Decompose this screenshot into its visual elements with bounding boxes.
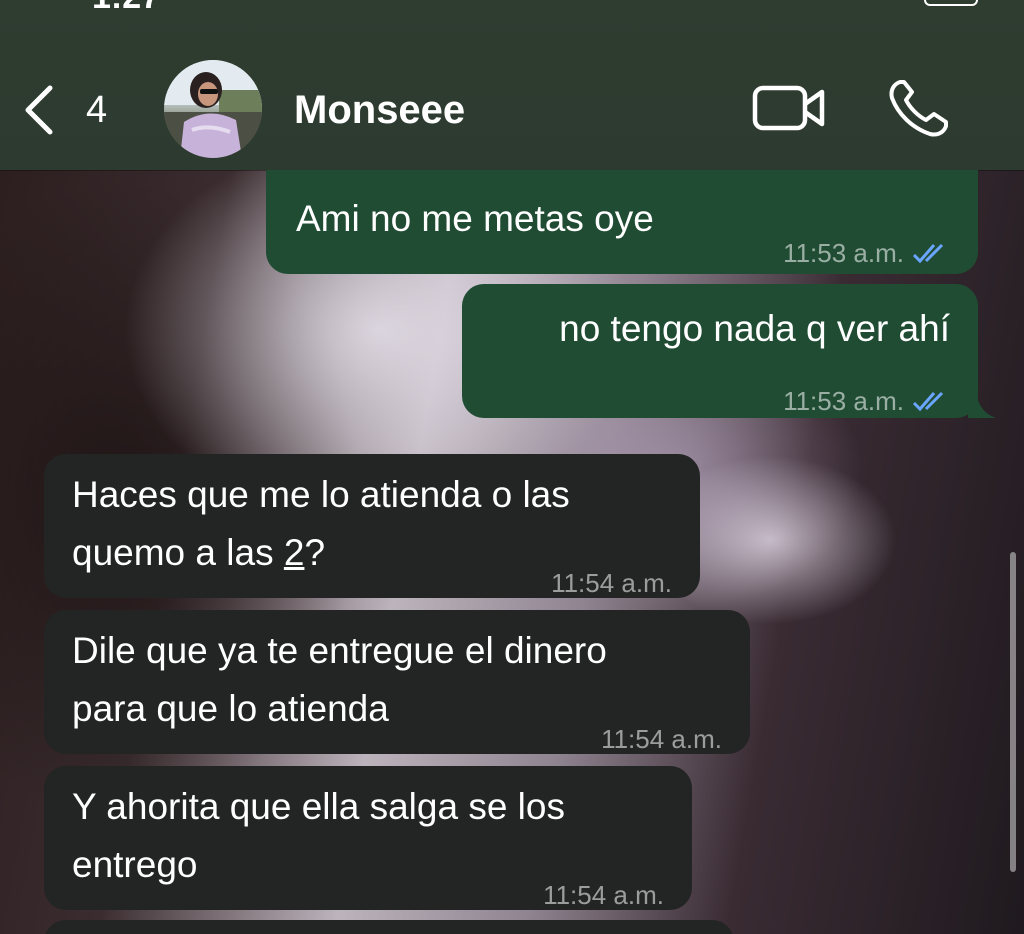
video-camera-icon[interactable]: [752, 82, 826, 134]
message-text: no tengo nada q ver ahí: [559, 308, 950, 349]
message-meta: 11:53 a.m.: [783, 372, 952, 430]
unread-count: 4: [86, 88, 108, 131]
message-text: quemo a las: [72, 532, 284, 573]
message-time: 11:54 a.m.: [543, 880, 664, 910]
contact-name[interactable]: Monseee: [294, 88, 465, 133]
status-indicators: 4G: [819, 0, 978, 6]
message-bubble-outgoing[interactable]: Ami no me metas oye 11:53 a.m.: [266, 170, 978, 274]
message-meta: 11:54 a.m.: [551, 554, 672, 612]
status-time: 1:27: [92, 0, 160, 17]
double-check-icon: [912, 243, 944, 264]
scrollbar[interactable]: [1010, 552, 1016, 872]
contact-avatar[interactable]: [164, 60, 262, 158]
message-bubble-incoming[interactable]: Haces que me lo atienda o las quemo a la…: [44, 454, 700, 598]
message-text: Ami no me metas oye: [296, 198, 654, 239]
message-text-line: Dile que ya te entregue el dinero: [72, 630, 607, 671]
network-type: 4G: [873, 0, 910, 6]
double-check-icon: [912, 391, 944, 412]
message-meta: 11:53 a.m.: [783, 224, 952, 282]
message-bubble-incoming[interactable]: Dile que ya te entregue el dinero para q…: [44, 610, 750, 754]
message-text-line: Haces que me lo atienda o las: [72, 474, 570, 515]
message-list[interactable]: Ami no me metas oye 11:53 a.m. no tengo …: [0, 170, 1024, 934]
message-time: 11:54 a.m.: [551, 568, 672, 598]
message-bubble-outgoing[interactable]: no tengo nada q ver ahí 11:53 a.m.: [462, 284, 978, 418]
message-meta: 11:54 a.m.: [543, 866, 664, 924]
message-meta: 11:54 a.m.: [601, 710, 722, 768]
chat-header: 1:27 4G 4 Monseee: [0, 0, 1024, 170]
message-text-line: para que lo atienda: [72, 688, 389, 729]
detected-number-link[interactable]: 2: [284, 532, 305, 573]
message-time: 11:53 a.m.: [783, 386, 904, 416]
message-time: 11:54 a.m.: [601, 724, 722, 754]
phone-icon[interactable]: [886, 78, 950, 138]
bubble-tail: [968, 390, 996, 418]
battery-icon: [924, 0, 978, 6]
message-text-line: entrego: [72, 844, 198, 885]
message-text-line: Y ahorita que ella salga se los: [72, 786, 565, 827]
chevron-left-icon: [25, 85, 53, 135]
back-button[interactable]: 4: [20, 82, 107, 138]
message-bubble-incoming[interactable]: [44, 920, 734, 934]
message-bubble-incoming[interactable]: Y ahorita que ella salga se los entrego …: [44, 766, 692, 910]
message-time: 11:53 a.m.: [783, 238, 904, 268]
message-text-line: quemo a las 2?: [72, 524, 325, 582]
message-text: ?: [304, 532, 326, 573]
